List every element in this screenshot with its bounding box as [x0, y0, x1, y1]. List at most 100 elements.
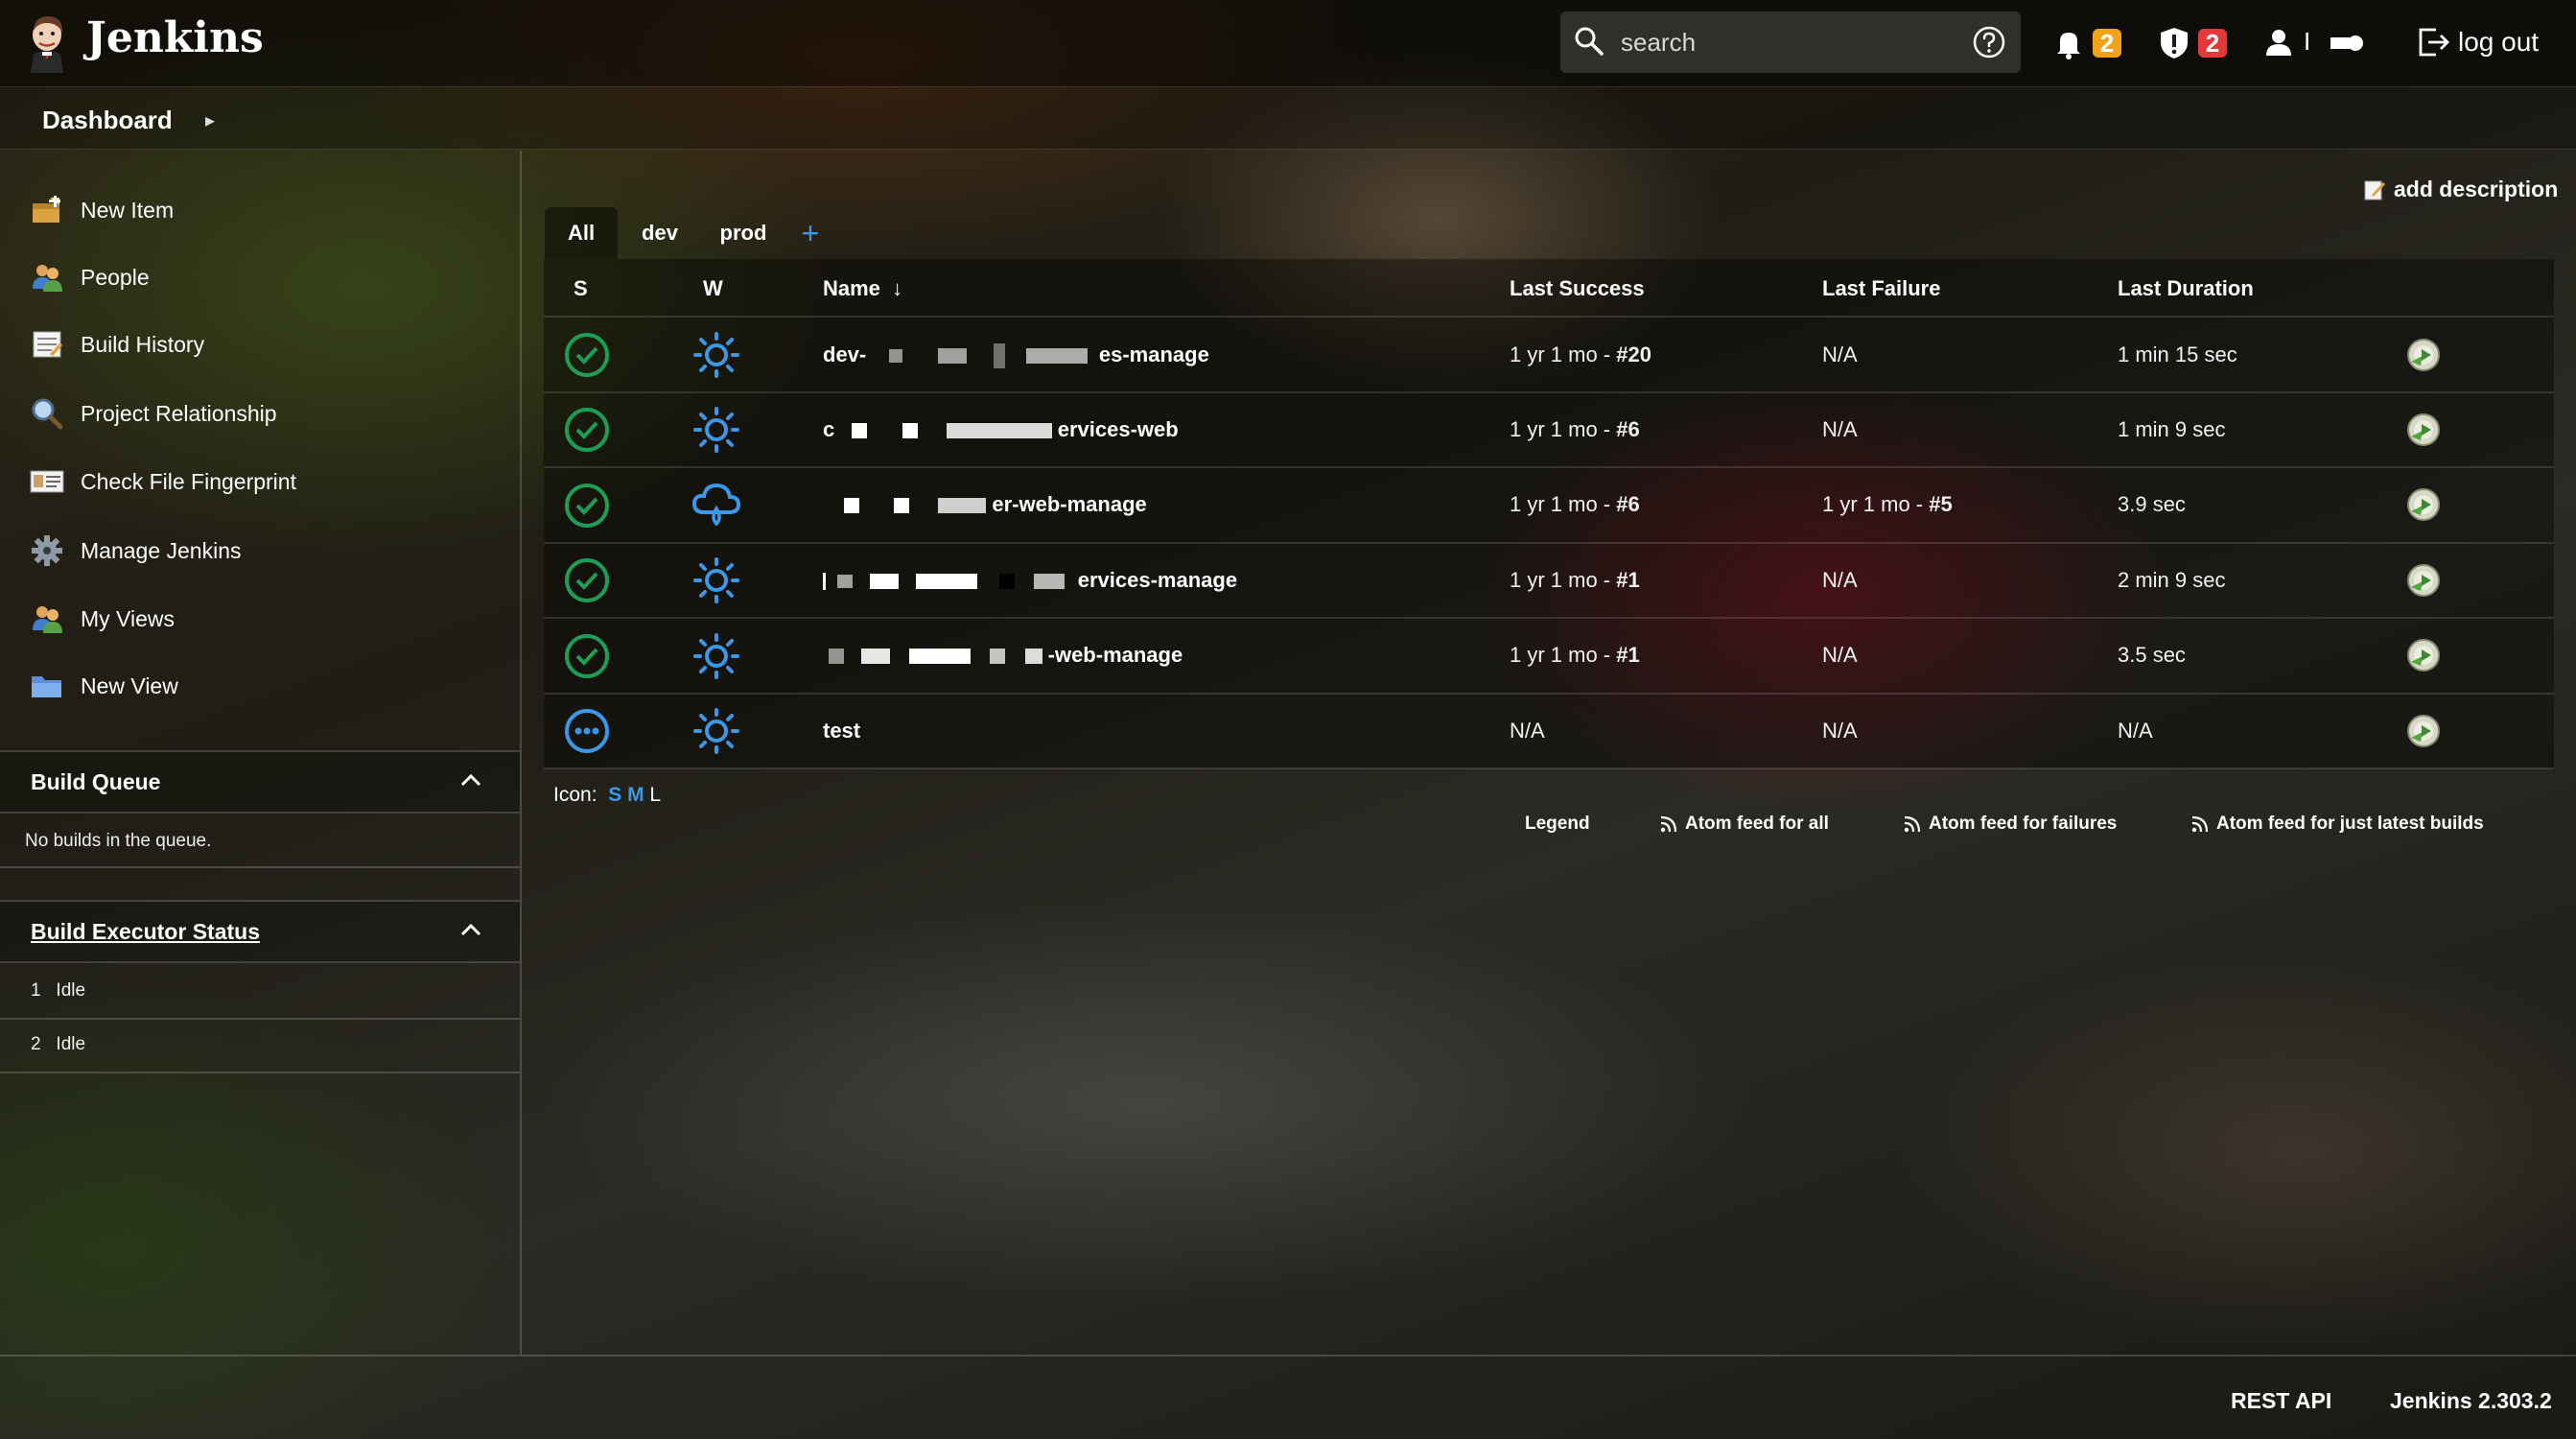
redacted-block [937, 348, 967, 365]
last-failure-cell: N/A [1822, 643, 1858, 668]
jenkins-logo-icon[interactable] [25, 12, 69, 73]
column-header-last-duration[interactable]: Last Duration [2118, 276, 2254, 301]
last-success-time: 1 yr 1 mo - [1510, 492, 1617, 516]
shield-alert-icon[interactable] [2158, 26, 2190, 60]
sidebar-item-new-view[interactable]: New View [29, 662, 508, 710]
search-input[interactable] [1621, 23, 1947, 61]
schedule-build-icon[interactable] [2405, 637, 2442, 673]
add-view-tab-icon[interactable]: + [796, 207, 825, 259]
sidebar-item-build-history[interactable]: Build History [29, 320, 508, 368]
redacted-block [889, 349, 903, 364]
sidebar-item-my-views[interactable]: My Views [29, 595, 508, 643]
search-icon [1575, 27, 1604, 56]
job-name-link[interactable]: dev- es-manage [823, 342, 1209, 369]
sidebar-item-manage-jenkins[interactable]: Manage Jenkins [29, 527, 508, 575]
redacted-block [894, 498, 910, 514]
logout-link[interactable]: log out [2458, 27, 2539, 58]
security-badge[interactable]: 2 [2198, 29, 2227, 58]
last-success-build-link[interactable]: #1 [1616, 643, 1639, 667]
last-success-build-link[interactable]: #1 [1616, 568, 1639, 592]
schedule-build-icon[interactable] [2405, 486, 2442, 523]
executor-status-title[interactable]: Build Executor Status [31, 919, 260, 945]
collapse-chevron-up-icon[interactable] [458, 771, 483, 790]
tab-all[interactable]: All [545, 207, 618, 259]
sidebar-item-check-file-fingerprint[interactable]: Check File Fingerprint [29, 458, 508, 506]
column-header-name-label: Name [823, 276, 880, 300]
user-icon[interactable] [2263, 27, 2294, 58]
notifications-badge[interactable]: 2 [2093, 29, 2121, 58]
rain-weather-icon[interactable] [691, 480, 742, 531]
new-item-icon [29, 192, 65, 228]
edit-description-icon[interactable] [2363, 178, 2386, 201]
sunny-weather-icon[interactable] [692, 406, 740, 454]
brand-title[interactable]: Jenkins [86, 13, 264, 62]
breadcrumb-dashboard[interactable]: Dashboard [42, 106, 173, 135]
sidebar-item-people[interactable]: People [29, 253, 508, 301]
job-name-prefix: c [823, 417, 835, 441]
job-name-link[interactable]: ervices-manage [823, 568, 1237, 593]
last-success-build-link[interactable]: #6 [1616, 492, 1639, 516]
schedule-build-icon[interactable] [2405, 713, 2442, 749]
last-failure-cell: N/A [1822, 417, 1858, 442]
column-header-weather[interactable]: W [703, 276, 723, 301]
last-failure-time: N/A [1822, 342, 1858, 366]
last-success-time: 1 yr 1 mo - [1510, 342, 1617, 366]
help-icon[interactable] [1972, 25, 2006, 59]
user-name-link[interactable]: I [2300, 25, 2367, 59]
add-description-link[interactable]: add description [2394, 177, 2558, 202]
redacted-block [902, 423, 918, 439]
sort-arrow-icon: ↓ [892, 276, 903, 300]
rest-api-link[interactable]: REST API [2231, 1388, 2331, 1414]
last-failure-build-link[interactable]: #5 [1929, 492, 1952, 516]
atom-feed-all-link[interactable]: Atom feed for all [1660, 814, 1829, 835]
last-success-build-link[interactable]: #6 [1616, 417, 1639, 441]
jenkins-version-link[interactable]: Jenkins 2.303.2 [2390, 1388, 2552, 1414]
success-status-icon[interactable] [563, 632, 611, 680]
schedule-build-icon[interactable] [2405, 412, 2442, 448]
breadcrumb-chevron-icon[interactable]: ▸ [205, 108, 215, 132]
sidebar-item-project-relationship[interactable]: Project Relationship [29, 389, 508, 437]
icon-size-medium[interactable]: M [627, 784, 644, 806]
sidebar-item-label: People [81, 264, 150, 290]
success-status-icon[interactable] [563, 556, 611, 604]
success-status-icon[interactable] [563, 406, 611, 454]
sunny-weather-icon[interactable] [692, 556, 740, 604]
icon-size-small[interactable]: S [608, 784, 621, 806]
success-status-icon[interactable] [563, 482, 611, 530]
atom-feed-failures-link[interactable]: Atom feed for failures [1904, 814, 2117, 835]
icon-size-label: Icon: [553, 784, 597, 806]
last-success-build-link[interactable]: #20 [1616, 342, 1651, 366]
logout-icon[interactable] [2417, 27, 2451, 58]
last-failure-time: N/A [1822, 643, 1858, 667]
tab-dev[interactable]: dev [623, 207, 696, 259]
sunny-weather-icon[interactable] [692, 331, 740, 379]
last-duration-cell: 1 min 9 sec [2118, 417, 2226, 441]
job-name-link[interactable]: -web-manage [823, 643, 1183, 668]
redacted-block [829, 649, 844, 665]
tab-prod[interactable]: prod [705, 207, 782, 259]
atom-feed-failures-label: Atom feed for failures [1929, 814, 2118, 834]
column-header-last-success[interactable]: Last Success [1510, 276, 1645, 301]
schedule-build-icon[interactable] [2405, 562, 2442, 599]
redacted-block [916, 574, 978, 590]
sidebar-item-label: New View [81, 672, 178, 698]
column-header-status[interactable]: S [574, 276, 588, 301]
sidebar-item-label: Project Relationship [81, 400, 277, 426]
not-built-status-icon[interactable] [563, 707, 611, 755]
sunny-weather-icon[interactable] [692, 632, 740, 680]
sidebar-item-label: New Item [81, 197, 175, 223]
job-name-link[interactable]: c ervices-web [823, 417, 1179, 442]
column-header-last-failure[interactable]: Last Failure [1822, 276, 1940, 301]
legend-link[interactable]: Legend [1525, 814, 1590, 835]
atom-feed-latest-link[interactable]: Atom feed for just latest builds [2191, 814, 2484, 835]
sidebar-item-new-item[interactable]: New Item [29, 186, 508, 234]
schedule-build-icon[interactable] [2405, 337, 2442, 373]
job-name-link[interactable]: er-web-manage [823, 492, 1147, 517]
sunny-weather-icon[interactable] [692, 707, 740, 755]
job-name-link[interactable]: test [823, 719, 860, 743]
column-header-name[interactable]: Name ↓ [823, 276, 902, 301]
collapse-chevron-up-icon[interactable] [458, 921, 483, 940]
bell-icon[interactable] [2052, 27, 2085, 59]
icon-size-large[interactable]: L [649, 784, 661, 806]
success-status-icon[interactable] [563, 331, 611, 379]
